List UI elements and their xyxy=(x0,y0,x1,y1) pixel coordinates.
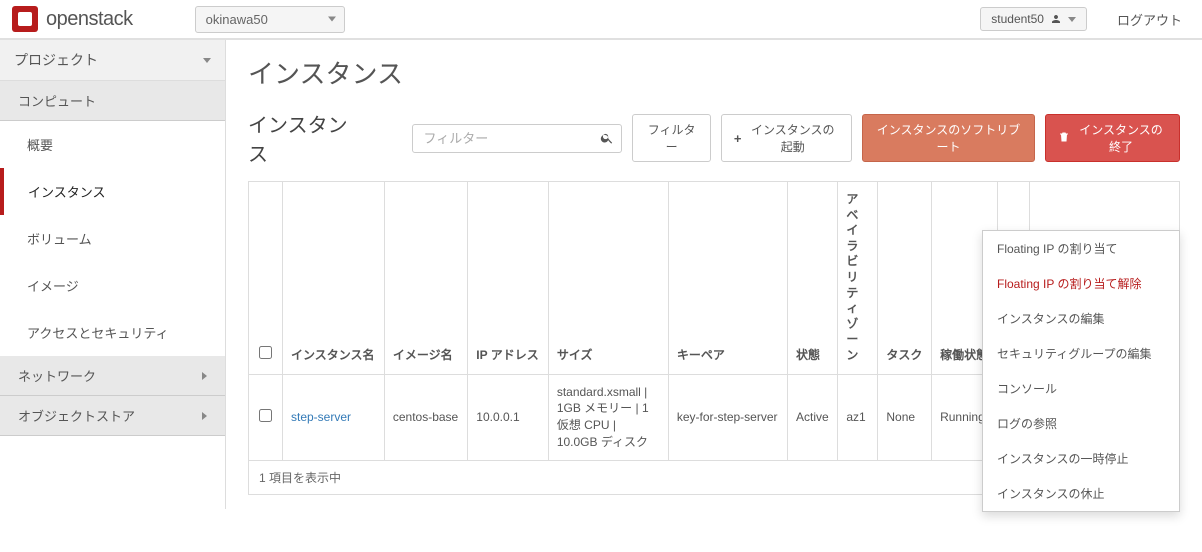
main-content: インスタンス インスタンス フィルター + インスタンスの起動 インスタンスのソ… xyxy=(226,40,1202,509)
search-icon[interactable] xyxy=(600,131,614,145)
sidebar-item-overview[interactable]: 概要 xyxy=(0,121,225,168)
cell-status: Active xyxy=(788,374,838,460)
col-task[interactable]: タスク xyxy=(878,182,932,375)
page-title: インスタンス xyxy=(248,54,1180,91)
cell-keypair: key-for-step-server xyxy=(668,374,787,460)
dropdown-item-view-log[interactable]: ログの参照 xyxy=(983,406,1179,441)
sidebar-panel-project[interactable]: プロジェクト xyxy=(0,40,225,81)
user-name: student50 xyxy=(991,12,1044,26)
brand[interactable]: openstack xyxy=(0,0,145,38)
dropdown-item-associate-floating-ip[interactable]: Floating IP の割り当て xyxy=(983,231,1179,266)
terminate-label: インスタンスの終了 xyxy=(1075,121,1167,155)
cell-image: centos-base xyxy=(384,374,467,460)
sidebar-item-access-security[interactable]: アクセスとセキュリティ xyxy=(0,309,225,356)
caret-down-icon xyxy=(328,17,336,22)
cell-az: az1 xyxy=(838,374,878,460)
row-checkbox[interactable] xyxy=(259,409,272,422)
sidebar-item-volumes[interactable]: ボリューム xyxy=(0,215,225,262)
dropdown-item-disassociate-floating-ip[interactable]: Floating IP の割り当て解除 xyxy=(983,266,1179,301)
plus-icon: + xyxy=(734,131,742,146)
sidebar-group-label: オブジェクトストア xyxy=(18,406,135,425)
filter-button[interactable]: フィルター xyxy=(632,114,710,162)
sidebar-group-label: コンピュート xyxy=(18,91,96,110)
brand-text: openstack xyxy=(46,8,133,31)
sidebar: プロジェクト コンピュート 概要 インスタンス ボリューム イメージ アクセスと… xyxy=(0,40,226,509)
sidebar-item-images[interactable]: イメージ xyxy=(0,262,225,309)
trash-icon xyxy=(1058,131,1070,146)
project-name: okinawa50 xyxy=(206,12,268,27)
dropdown-item-suspend-instance[interactable]: インスタンスの休止 xyxy=(983,476,1179,511)
user-menu[interactable]: student50 xyxy=(980,7,1087,31)
col-image[interactable]: イメージ名 xyxy=(384,182,467,375)
sidebar-group-object-store[interactable]: オブジェクトストア xyxy=(0,396,225,436)
topbar: openstack okinawa50 student50 ログアウト xyxy=(0,0,1202,40)
caret-down-icon xyxy=(1068,17,1076,22)
caret-right-icon xyxy=(202,372,207,380)
caret-down-icon xyxy=(203,58,211,63)
col-ip[interactable]: IP アドレス xyxy=(468,182,549,375)
col-name[interactable]: インスタンス名 xyxy=(283,182,385,375)
launch-instance-label: インスタンスの起動 xyxy=(746,121,839,155)
page-header-row: インスタンス フィルター + インスタンスの起動 インスタンスのソフトリブート … xyxy=(248,109,1180,167)
sidebar-group-compute[interactable]: コンピュート xyxy=(0,81,225,121)
project-selector[interactable]: okinawa50 xyxy=(195,6,345,33)
dropdown-item-pause-instance[interactable]: インスタンスの一時停止 xyxy=(983,441,1179,476)
instance-name-link[interactable]: step-server xyxy=(291,410,351,424)
col-az[interactable]: アベイラビリティゾーン xyxy=(838,182,878,375)
dropdown-item-edit-instance[interactable]: インスタンスの編集 xyxy=(983,301,1179,336)
col-keypair[interactable]: キーペア xyxy=(668,182,787,375)
launch-instance-button[interactable]: + インスタンスの起動 xyxy=(721,114,852,162)
sidebar-group-network[interactable]: ネットワーク xyxy=(0,356,225,396)
terminate-instances-button[interactable]: インスタンスの終了 xyxy=(1045,114,1180,162)
col-size[interactable]: サイズ xyxy=(548,182,668,375)
action-dropdown-menu: Floating IP の割り当て Floating IP の割り当て解除 イン… xyxy=(982,230,1180,512)
caret-right-icon xyxy=(202,412,207,420)
cell-ip: 10.0.0.1 xyxy=(468,374,549,460)
soft-reboot-button[interactable]: インスタンスのソフトリブート xyxy=(862,114,1035,162)
dropdown-item-console[interactable]: コンソール xyxy=(983,371,1179,406)
sidebar-group-label: ネットワーク xyxy=(18,366,96,385)
select-all-checkbox[interactable] xyxy=(259,346,272,359)
sidebar-panel-label: プロジェクト xyxy=(14,50,98,70)
user-icon xyxy=(1050,13,1062,25)
col-status[interactable]: 状態 xyxy=(788,182,838,375)
filter-input[interactable] xyxy=(412,124,622,153)
cell-size: standard.xsmall | 1GB メモリー | 1 仮想 CPU | … xyxy=(548,374,668,460)
openstack-logo-icon xyxy=(12,6,38,32)
cell-task: None xyxy=(878,374,932,460)
logout-link[interactable]: ログアウト xyxy=(1117,10,1182,29)
dropdown-item-edit-security-groups[interactable]: セキュリティグループの編集 xyxy=(983,336,1179,371)
sidebar-item-instances[interactable]: インスタンス xyxy=(0,168,225,215)
page-subtitle: インスタンス xyxy=(248,109,352,167)
filter-wrap xyxy=(412,124,622,153)
